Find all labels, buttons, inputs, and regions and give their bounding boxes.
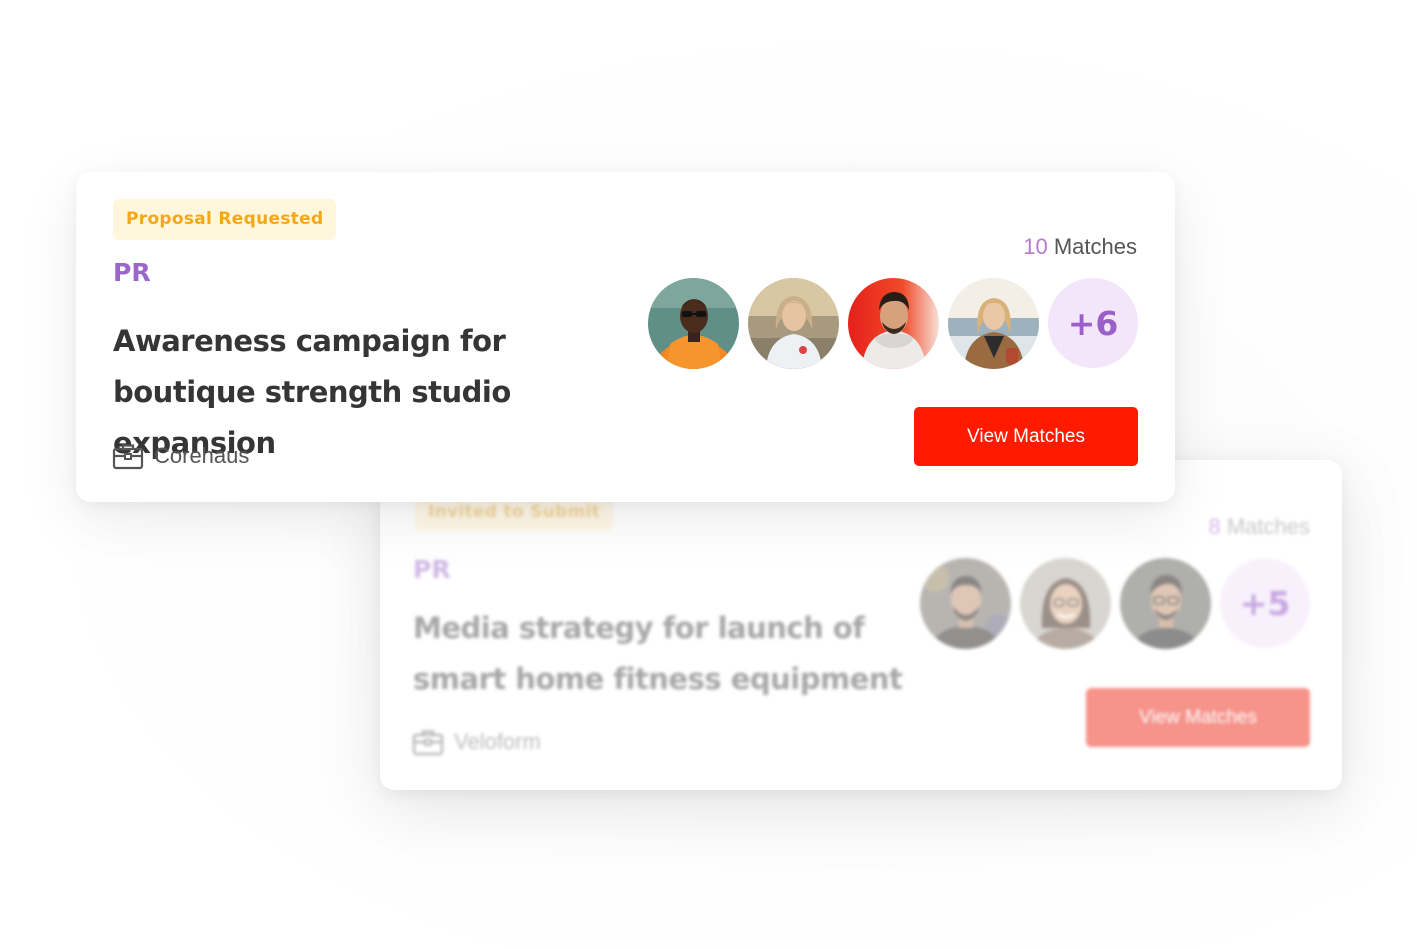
matches-label: Matches: [1053, 234, 1137, 259]
category-label: PR: [413, 555, 451, 584]
company-name: Veloform: [454, 729, 541, 754]
matches-count: 8 Matches: [1208, 514, 1310, 540]
company-name: Corehaus: [154, 443, 250, 468]
card-content-blurred: Invited to Submit PR Media strategy for …: [380, 460, 1342, 790]
matches-label: Matches: [1226, 514, 1310, 539]
match-avatars: +6: [648, 278, 1138, 369]
project-title: Media strategy for launch of smart home …: [413, 611, 903, 696]
match-avatars: +5: [920, 558, 1310, 649]
matches-count: 10 Matches: [1023, 234, 1137, 260]
view-matches-button[interactable]: View Matches: [1086, 688, 1310, 747]
avatar-white-tee[interactable]: [748, 278, 839, 369]
avatar-white-hoodie[interactable]: [848, 278, 939, 369]
project-card-primary[interactable]: Proposal Requested PR Awareness campaign…: [76, 172, 1175, 502]
matches-number: 10: [1023, 234, 1048, 259]
project-card-secondary[interactable]: Invited to Submit PR Media strategy for …: [380, 460, 1342, 790]
briefcase-icon: [112, 442, 144, 470]
status-badge: Proposal Requested: [113, 199, 337, 240]
category-label: PR: [113, 258, 151, 287]
company-row: Corehaus: [112, 442, 249, 470]
avatar-woman-glasses[interactable]: [1020, 558, 1111, 649]
avatar-brown-jacket[interactable]: [948, 278, 1039, 369]
avatar-orange-hoodie[interactable]: [648, 278, 739, 369]
avatar-man-glasses[interactable]: [1120, 558, 1211, 649]
more-matches-bubble[interactable]: +6: [1048, 278, 1138, 368]
company-row: Veloform: [412, 728, 541, 756]
avatar-man-beard[interactable]: [920, 558, 1011, 649]
briefcase-icon: [412, 728, 444, 756]
background: Invited to Submit PR Media strategy for …: [0, 0, 1417, 949]
view-matches-button[interactable]: View Matches: [914, 407, 1138, 466]
more-matches-bubble[interactable]: +5: [1220, 558, 1310, 648]
matches-number: 8: [1208, 514, 1221, 539]
